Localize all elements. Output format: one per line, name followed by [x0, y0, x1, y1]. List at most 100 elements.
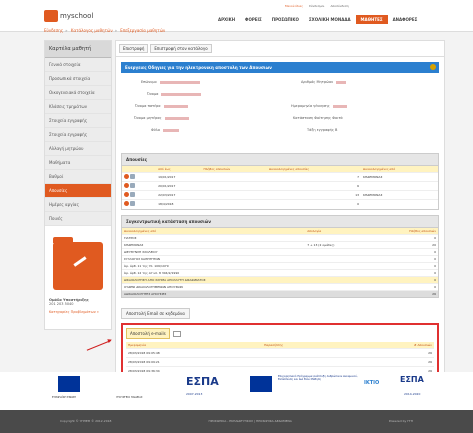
- email-history-table: Ημερομηνία Παραλήπτης # Απουσιών 28/03/2…: [126, 341, 434, 375]
- cell: [361, 199, 438, 209]
- absences-title: Απουσίες: [122, 154, 438, 166]
- field-register-no: Αριθμός Μητρώου: [301, 80, 347, 84]
- table-row: ΣΥΛΛΟΓΟΣ ΚΑΘΗΓΗΤΩΝ 0: [122, 254, 438, 262]
- row-actions: [122, 181, 157, 191]
- edit-icon[interactable]: [130, 192, 135, 197]
- cell: ΚΗΔΕΜΟΝΑΣ: [361, 172, 438, 182]
- cell: [305, 254, 373, 262]
- nav-bodies[interactable]: ΦΟΡΕΙΣ: [240, 15, 267, 24]
- row-actions: [122, 190, 157, 200]
- table-row: ΟΥΔΕΝΙ ΔΙΚΑΙΟΛΟΓΗΜΕΝΩΝ ΑΠΟΥΣΙΩΝ 0: [122, 282, 438, 290]
- table-row: ΑΔΙΚΑΙΟΛΟΓΗΤΕΣ ΑΠΟΥΣΙΕΣ 26: [122, 289, 438, 297]
- delete-icon[interactable]: [124, 174, 129, 179]
- table-row: 19/01/2017 7 ΚΗΔΕΜΟΝΑΣ: [122, 172, 438, 182]
- nav-school-unit[interactable]: ΣΧΟΛΙΚΗ ΜΟΝΑΔΑ: [304, 15, 356, 24]
- sidebar-item-courses[interactable]: Μαθήματα: [45, 156, 111, 170]
- sidebar-item-enrollment-2[interactable]: Στοιχεία εγγραφής: [45, 128, 111, 142]
- info-icon[interactable]: [430, 64, 436, 70]
- cell: ΔΙΕΥΘΥΝΣΗ ΣΧΟΛΕΙΟΥ: [122, 247, 306, 255]
- logo-icon: [44, 10, 58, 22]
- myschool-logo[interactable]: myschool: [44, 10, 93, 22]
- edit-icon[interactable]: [130, 201, 135, 207]
- sidebar-item-penalties[interactable]: Ποινές: [45, 212, 111, 226]
- sidebar-item-general[interactable]: Γενικά στοιχεία: [45, 58, 111, 72]
- nav-staff[interactable]: ΠΡΟΣΩΠΙΚΟ: [267, 15, 304, 24]
- table-row: Άρ. άρθ. 11 της Υπ. 106/1979 0: [122, 261, 438, 269]
- delete-icon[interactable]: [124, 183, 129, 188]
- footer-copyright: Copyright © ΥΠΠΕΘ © 2012-2018: [60, 419, 112, 423]
- toggle-button[interactable]: [173, 330, 181, 337]
- table-row: ΚΗΔΕΜΟΝΑΣ 7 + 13 (2 ομάδες) 20: [122, 240, 438, 248]
- main-content: Επιστροφή Επιστροφή στον κατάλογο Ενεργε…: [115, 40, 445, 380]
- cell: [305, 233, 373, 241]
- cell: [201, 199, 267, 209]
- instructions-banner[interactable]: Ενεργειες Οδηγιες για την ηλεκτρονικη απ…: [121, 62, 439, 73]
- top-link-menu[interactable]: Μενού ίδιας: [285, 4, 303, 8]
- cell: [361, 181, 438, 191]
- cell: 26: [372, 289, 438, 297]
- top-link-logout[interactable]: Αποσύνδεση: [330, 4, 348, 8]
- field-surname: Επώνυμο: [141, 80, 200, 84]
- sidebar-item-absences[interactable]: Απουσίες: [45, 184, 111, 198]
- field-name: Όνομα: [147, 92, 202, 96]
- top-link-links[interactable]: Σύνδεσμοι: [309, 4, 324, 8]
- cell: 28/03/2018 09:09:21: [126, 356, 263, 366]
- table-row: ΔΙΚΑΙΟΛΟΓΗΣΗ ΑΠΟ ΣΧΗΜΑ ΑΠΟΛΛΥΤΗ ΔΙΚΑΙΩΜΑ…: [122, 275, 438, 283]
- sidebar-item-enrollment[interactable]: Στοιχεία εγγραφής: [45, 114, 111, 128]
- folder-icon: [53, 237, 103, 290]
- red-arrow-annotation: [86, 340, 112, 351]
- cell: [262, 356, 351, 366]
- cell: [201, 190, 267, 200]
- problem-categories-link[interactable]: Κατηγορίες Προβλημάτων »: [49, 310, 107, 314]
- cell: ΟΥΔΕΝΙ ΔΙΚΑΙΟΛΟΓΗΜΕΝΩΝ ΑΠΟΥΣΙΩΝ: [122, 282, 306, 290]
- field-mother: Όνομα μητέρας: [134, 116, 189, 120]
- field-class: Τάξη εγγραφής Β: [307, 128, 338, 132]
- cell: [305, 268, 373, 276]
- eu-flag-icon: [250, 376, 272, 392]
- sidebar-item-personal[interactable]: Προσωπικά στοιχεία: [45, 72, 111, 86]
- cell: 22/03/2017: [156, 190, 202, 200]
- back-to-list-button[interactable]: Επιστροφή στον κατάλογο: [150, 44, 212, 53]
- cell: Άρ. άρθ. 11 της Υπ. 106/1979: [122, 261, 306, 269]
- cell: [262, 347, 351, 357]
- footer-links[interactable]: ΠΡΟΣΩΠΙΚΑ - ΕΚΠΑΙΔΕΥΤΙΚΟΣ | ΠΡΟΣΩΠΙΚΑ ΔΕ…: [208, 419, 291, 424]
- cell: 28/03/2018 09:05:48: [126, 347, 263, 357]
- cell: [201, 181, 267, 191]
- summary-table: Δικαιολογημένες από Απολογία Πλήθος απου…: [122, 227, 438, 297]
- cell: ΣΥΛΛΟΓΟΣ ΚΑΘΗΓΗΤΩΝ: [122, 254, 306, 262]
- send-email-button[interactable]: Αποστολή Email σε κηδεμόνα: [121, 307, 190, 319]
- back-button[interactable]: Επιστροφή: [119, 44, 149, 53]
- field-birthdate: Ημερομηνία γέννησης: [291, 104, 347, 108]
- breadcrumb-sep: »: [114, 28, 118, 33]
- sidebar: Καρτέλα μαθητή Γενικά στοιχεία Προσωπικά…: [44, 40, 112, 330]
- cell: 0: [372, 268, 438, 276]
- cell: 6: [267, 181, 362, 191]
- breadcrumb-item[interactable]: Εύνδεσης: [44, 28, 63, 33]
- cell: ΑΔΙΚΑΙΟΛΟΓΗΤΕΣ ΑΠΟΥΣΙΕΣ: [122, 289, 306, 297]
- cell: 26: [350, 347, 434, 357]
- sidebar-title: Καρτέλα μαθητή: [45, 41, 111, 58]
- sidebar-item-grades[interactable]: Βαθμοί: [45, 170, 111, 184]
- cell: 0: [372, 282, 438, 290]
- support-box: Ομάδα Υποστήριξης 201 203 5040 Κατηγορίε…: [45, 294, 111, 318]
- sidebar-item-holidays[interactable]: Ημέρες αργίας: [45, 198, 111, 212]
- nav-home[interactable]: ΑΡΧΙΚΗ: [213, 15, 240, 24]
- summary-section: Συγκεντρωτική κατάσταση απουσιών Δικαιολ…: [121, 214, 439, 298]
- sidebar-item-register-change[interactable]: Αλλαγή μητρώου: [45, 142, 111, 156]
- program-label: Επιχειρησιακό Πρόγραμμα Ανάπτυξη Ανθρώπι…: [278, 375, 358, 381]
- sidebar-item-family[interactable]: Οικογενειακά στοιχεία: [45, 86, 111, 100]
- email-history-title: Αποστολή e-mails: [126, 327, 170, 339]
- sidebar-item-classes[interactable]: Κλάσεις τμημάτων: [45, 100, 111, 114]
- breadcrumb-item[interactable]: Κατάλογος μαθητών: [71, 28, 113, 33]
- delete-icon[interactable]: [124, 201, 129, 207]
- table-row: ΔΙΕΥΘΥΝΣΗ ΣΧΟΛΕΙΟΥ 0: [122, 247, 438, 255]
- delete-icon[interactable]: [124, 192, 129, 197]
- cell: [305, 289, 373, 297]
- edit-icon[interactable]: [130, 174, 135, 179]
- cell: 13: [267, 190, 362, 200]
- breadcrumb-current: Επεξεργασία μαθητών: [120, 28, 166, 33]
- nav-reports[interactable]: ΑΝΑΦΟΡΕΣ: [388, 15, 423, 24]
- edit-icon[interactable]: [130, 183, 135, 188]
- nav-students[interactable]: ΜΑΘΗΤΕΣ: [355, 15, 388, 24]
- breadcrumb-sep: »: [65, 28, 68, 33]
